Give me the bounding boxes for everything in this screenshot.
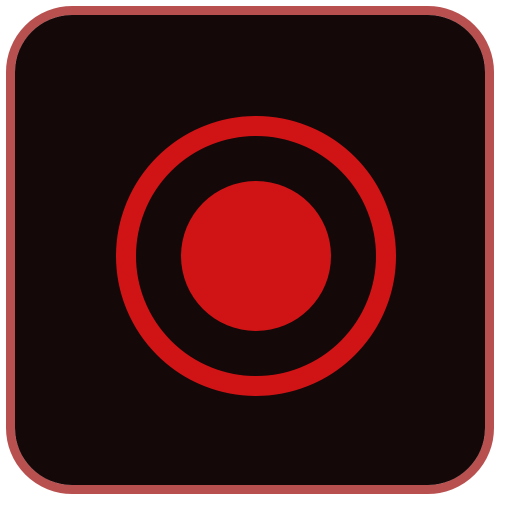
record-icon	[15, 15, 485, 485]
record-dot	[181, 181, 331, 331]
record-app-icon[interactable]	[6, 6, 494, 494]
